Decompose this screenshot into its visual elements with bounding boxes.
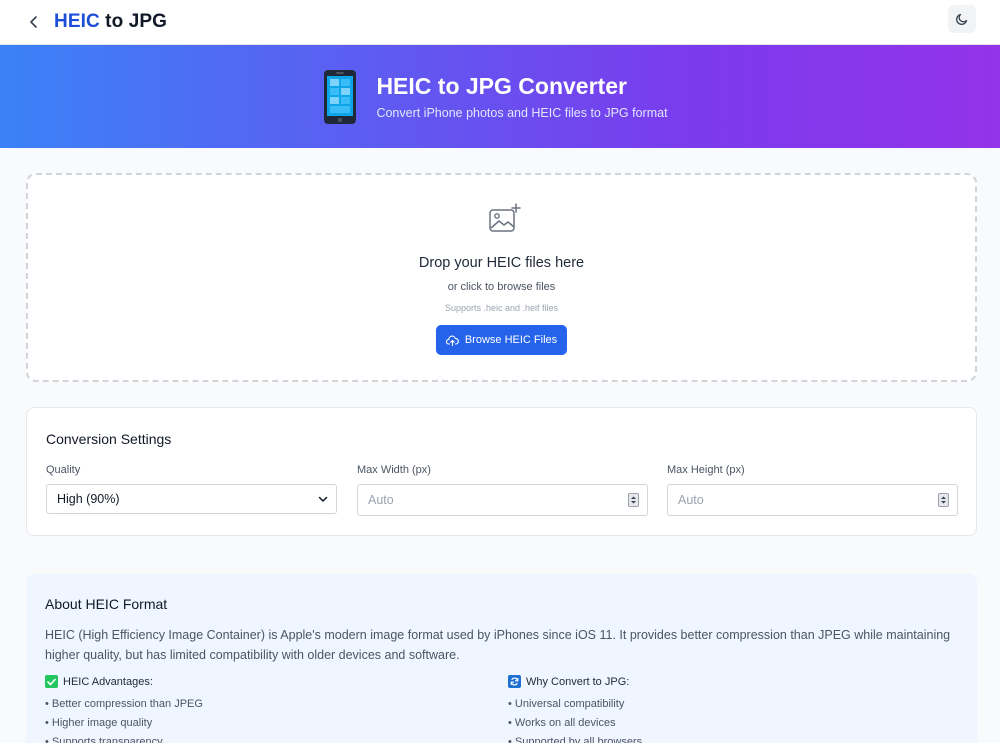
max-width-stepper[interactable]: [628, 493, 639, 507]
why-convert-title: Why Convert to JPG:: [526, 675, 630, 688]
max-height-label: Max Height (px): [667, 464, 745, 476]
settings-title: Conversion Settings: [46, 431, 172, 447]
quality-label: Quality: [46, 464, 81, 476]
heic-advantages: HEIC Advantages: Better compression than…: [45, 675, 485, 743]
max-height-field: Max Height (px): [667, 464, 958, 516]
quality-select[interactable]: High (90%): [46, 484, 337, 514]
why-convert: Why Convert to JPG: Universal compatibil…: [508, 675, 948, 743]
refresh-icon: [508, 675, 521, 688]
browse-files-label: Browse HEIC Files: [464, 334, 558, 346]
app-title: HEIC to JPG: [54, 11, 167, 33]
dropzone-supported-formats: Supports .heic and .heif files: [444, 303, 559, 313]
app-title-rest: to JPG: [99, 11, 168, 32]
hero-subtitle: Convert iPhone photos and HEIC files to …: [376, 106, 668, 120]
list-item: Works on all devices: [508, 714, 948, 733]
max-height-input[interactable]: [678, 493, 908, 507]
max-width-box: [357, 484, 648, 516]
app-title-accent: HEIC: [54, 11, 100, 32]
about-title: About HEIC Format: [45, 596, 168, 612]
list-item: Supports transparency: [45, 733, 485, 743]
max-width-label: Max Width (px): [357, 464, 431, 476]
conversion-settings-panel: Conversion Settings Quality High (90%) M…: [26, 407, 977, 536]
list-item: Better compression than JPEG: [45, 695, 485, 714]
dropzone-title: Drop your HEIC files here: [418, 255, 585, 271]
hero-banner: HEIC to JPG Converter Convert iPhone pho…: [0, 45, 1000, 148]
chevron-left-icon: [30, 16, 37, 28]
max-width-input[interactable]: [368, 493, 598, 507]
theme-toggle-button[interactable]: [948, 5, 976, 33]
mobile-phone-icon: [324, 69, 357, 124]
max-width-field: Max Width (px): [357, 464, 648, 516]
stepper-arrows-icon: [631, 496, 636, 504]
stepper-arrows-icon: [941, 496, 946, 504]
hero-title: HEIC to JPG Converter: [376, 73, 627, 99]
moon-icon: [956, 13, 968, 25]
quality-field: Quality High (90%): [46, 464, 337, 514]
list-item: Universal compatibility: [508, 695, 948, 714]
dropzone-browse-hint: or click to browse files: [447, 281, 556, 293]
list-item: Supported by all browsers: [508, 733, 948, 743]
advantages-title: HEIC Advantages:: [63, 675, 153, 688]
browse-files-button[interactable]: Browse HEIC Files: [436, 325, 567, 355]
cloud-upload-icon: [445, 335, 459, 346]
image-add-icon: [489, 203, 521, 232]
list-item: Higher image quality: [45, 714, 485, 733]
chevron-down-icon: [318, 496, 328, 502]
max-height-box: [667, 484, 958, 516]
about-description: HEIC (High Efficiency Image Container) i…: [45, 628, 951, 662]
about-heic-section: About HEIC Format HEIC (High Efficiency …: [26, 574, 977, 743]
quality-selected-value: High (90%): [57, 492, 120, 506]
file-dropzone[interactable]: Drop your HEIC files here or click to br…: [26, 173, 977, 382]
top-bar: HEIC to JPG: [0, 0, 1000, 45]
back-button[interactable]: [24, 12, 44, 32]
max-height-stepper[interactable]: [938, 493, 949, 507]
check-mark-icon: [45, 675, 58, 688]
